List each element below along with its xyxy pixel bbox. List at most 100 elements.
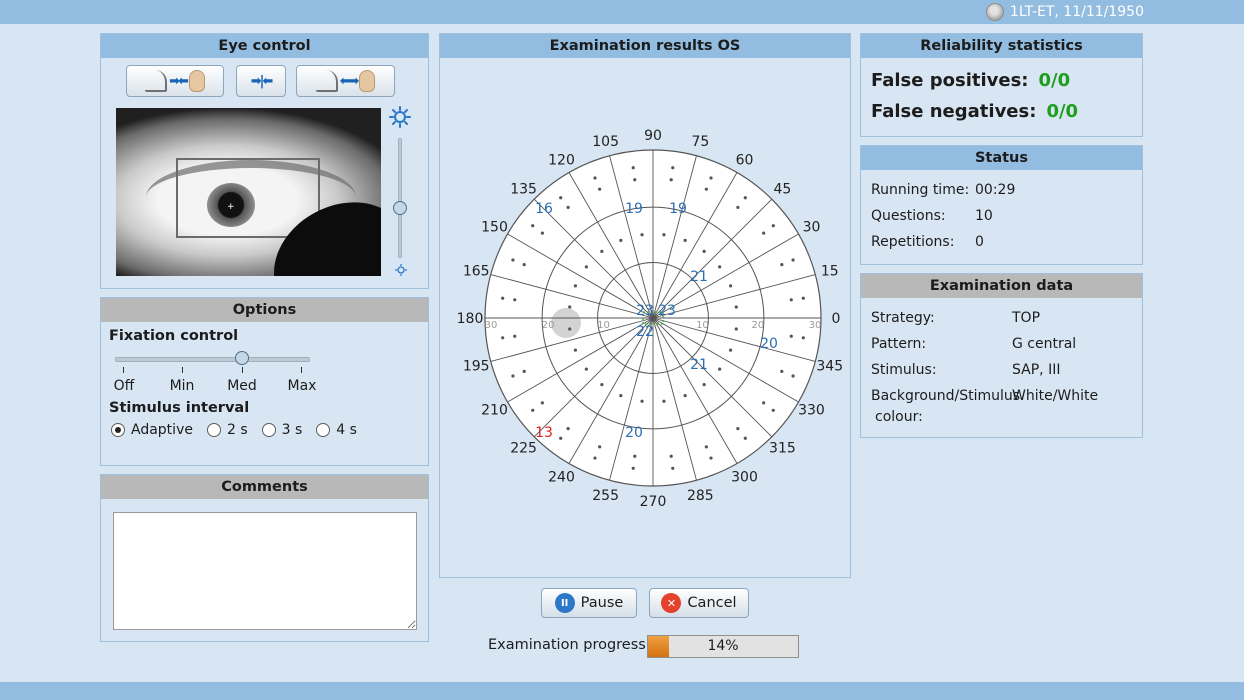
pattern-value: G central: [1012, 336, 1077, 352]
test-point: [718, 367, 722, 371]
progress-value: 14%: [707, 638, 739, 654]
test-point: [584, 265, 588, 269]
test-point: [593, 176, 597, 180]
cancel-icon: ✕: [661, 593, 682, 613]
angle-label: 45: [773, 182, 791, 198]
test-point: [729, 348, 733, 352]
stimulus-value: 20: [625, 425, 643, 441]
angle-label: 165: [463, 264, 490, 280]
strategy-label: Strategy:: [871, 310, 935, 326]
test-point: [640, 399, 644, 403]
test-point: [511, 258, 515, 262]
stimulus-value: 22: [636, 324, 654, 340]
status-panel: Status Running time: 00:29 Questions: 10…: [860, 145, 1143, 265]
test-point: [522, 369, 526, 373]
fixation-slider-track[interactable]: [115, 357, 310, 362]
brightness-slider-track[interactable]: [398, 138, 402, 258]
test-point: [573, 348, 577, 352]
radio-unchecked-icon: [261, 423, 276, 437]
brightness-high-icon: [389, 106, 411, 128]
test-point: [598, 187, 602, 191]
test-point: [683, 238, 687, 242]
cancel-label: Cancel: [687, 595, 737, 611]
test-point: [540, 231, 544, 235]
test-point: [801, 336, 805, 340]
fixation-level-max[interactable]: Max: [282, 378, 322, 394]
perimeter-bowl-icon: [145, 70, 168, 92]
test-point: [671, 166, 675, 170]
test-point: [791, 258, 795, 262]
pupil-crosshair: +: [227, 202, 235, 212]
test-point: [743, 436, 747, 440]
eccentricity-label: 10: [696, 320, 709, 331]
test-point: [662, 233, 666, 237]
angle-label: 240: [548, 469, 575, 485]
test-point: [568, 305, 572, 309]
test-point: [702, 383, 706, 387]
fixation-level-min[interactable]: Min: [162, 378, 202, 394]
test-point: [619, 238, 623, 242]
interval-3s-radio[interactable]: 3 s: [261, 422, 302, 438]
test-point: [671, 466, 675, 470]
test-point: [704, 445, 708, 449]
patient-info: 1LT-ET, 11/11/1950: [985, 3, 1144, 21]
interval-2s-radio[interactable]: 2 s: [206, 422, 248, 438]
patient-head-icon: [188, 70, 205, 92]
stimulus-value: 16: [535, 201, 553, 217]
stimulus-value: 21: [690, 357, 708, 373]
repetitions-label: Repetitions:: [871, 234, 955, 250]
comments-input[interactable]: [113, 512, 417, 630]
eccentricity-label: 10: [597, 320, 610, 331]
angle-label: 225: [510, 440, 537, 456]
stimulus-value: 13: [535, 425, 553, 441]
test-point: [584, 367, 588, 371]
angle-label: 270: [640, 494, 667, 510]
background-stimulus-label: Background/Stimulus: [871, 388, 1021, 404]
angle-label: 60: [736, 153, 754, 169]
center-eye-button[interactable]: ➡|⬅: [236, 65, 286, 97]
patient-label: 1LT-ET, 11/11/1950: [1009, 4, 1144, 20]
test-point: [593, 456, 597, 460]
test-point: [540, 401, 544, 405]
angle-label: 300: [731, 469, 758, 485]
background-stimulus-value: White/White: [1012, 388, 1099, 404]
pause-button[interactable]: II Pause: [541, 588, 637, 618]
fixation-slider-handle[interactable]: [235, 351, 249, 365]
test-point: [513, 334, 517, 338]
angle-label: 195: [463, 358, 490, 374]
brightness-slider-handle[interactable]: [393, 201, 407, 215]
false-negatives-label: False negatives:: [871, 101, 1037, 122]
test-point: [789, 298, 793, 302]
test-point: [573, 284, 577, 288]
options-panel: Options Fixation control Off Min Med Max…: [100, 297, 429, 466]
arrows-left-icon: ➡⬅: [169, 73, 189, 89]
test-point: [511, 374, 515, 378]
move-perimeter-right-button[interactable]: ⬅➡: [296, 65, 395, 97]
stimulus-value: 19: [669, 201, 687, 217]
radio-checked-icon: [111, 423, 125, 437]
fixation-control-label: Fixation control: [109, 328, 239, 344]
test-point: [709, 456, 713, 460]
angle-label: 315: [769, 440, 796, 456]
false-negatives-row: False negatives: 0/0: [871, 101, 1078, 122]
pause-label: Pause: [580, 595, 624, 611]
patient-icon: [985, 3, 1004, 21]
move-perimeter-left-button[interactable]: ➡⬅: [126, 65, 224, 97]
test-point: [633, 178, 637, 182]
fixation-level-off[interactable]: Off: [104, 378, 144, 394]
test-point: [566, 205, 570, 209]
examination-data-title: Examination data: [861, 274, 1142, 298]
interval-4s-radio[interactable]: 4 s: [316, 422, 357, 438]
test-point: [633, 454, 637, 458]
stimulus-label: Stimulus:: [871, 362, 937, 378]
fixation-level-med[interactable]: Med: [222, 378, 262, 394]
interval-adaptive-radio[interactable]: Adaptive: [111, 422, 193, 438]
angle-label: 30: [803, 220, 821, 236]
test-point: [513, 298, 517, 302]
angle-label: 75: [691, 134, 709, 150]
reliability-title: Reliability statistics: [861, 34, 1142, 58]
test-point: [631, 166, 635, 170]
cancel-button[interactable]: ✕ Cancel: [649, 588, 749, 618]
running-time-label: Running time:: [871, 182, 970, 198]
angle-label: 210: [481, 403, 508, 419]
